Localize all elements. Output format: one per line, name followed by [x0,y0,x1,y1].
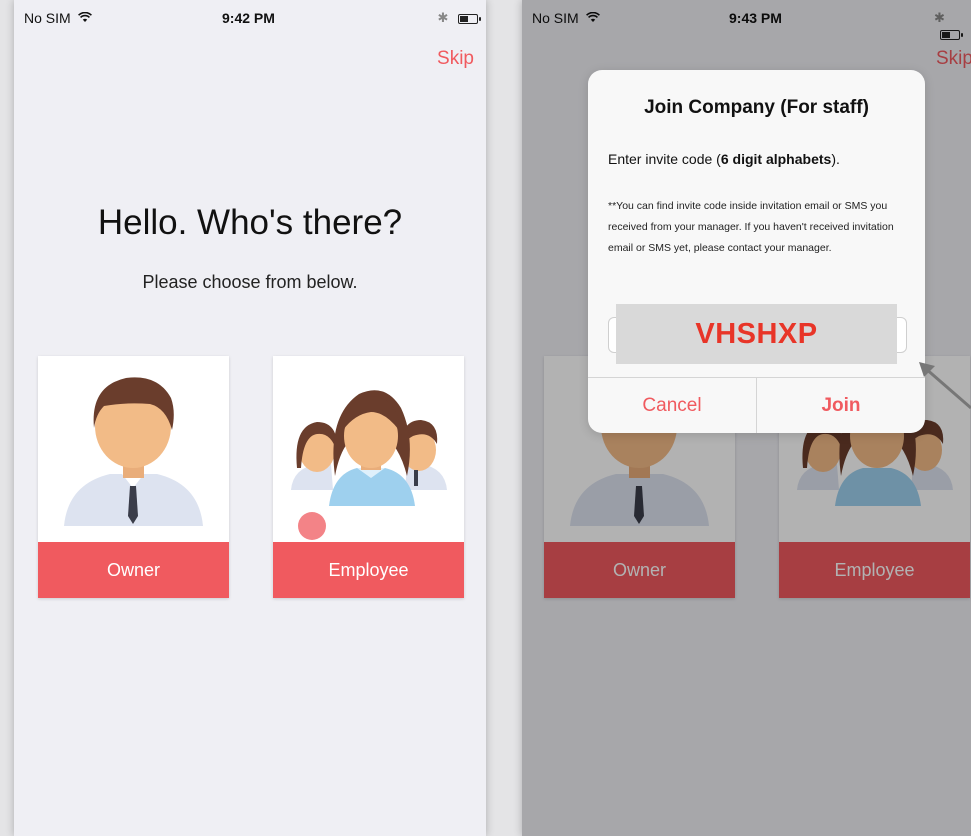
cancel-button[interactable]: Cancel [588,378,756,433]
carrier-text: No SIM [24,10,71,26]
greeting-subtitle: Please choose from below. [142,272,358,292]
employee-label: Employee [273,542,464,598]
greeting-title: Hello. Who's there? [97,203,403,242]
carrier-label: No SIM [24,10,92,26]
wifi-icon [77,12,92,22]
battery-icon [458,13,481,24]
message-prefix: Enter invite code ( [608,151,721,167]
invite-code-value: VHSHXP [616,304,897,364]
pointer-arrow-icon [919,362,971,410]
clock: 9:42 PM [222,10,275,26]
join-button[interactable]: Join [757,378,925,433]
status-bar: No SIM 9:42 PM ✱ [14,0,486,30]
employee-card[interactable]: Employee [273,356,464,598]
phone-screen-role-select: No SIM 9:42 PM ✱ Skip Hello. Who's there… [14,0,486,836]
join-company-dialog: Join Company (For staff) Enter invite co… [588,70,925,433]
touch-indicator [298,512,326,540]
dialog-title: Join Company (For staff) [644,97,869,118]
status-right: ✱ [437,10,481,26]
phone-screen-join-dialog: No SIM 9:43 PM ✱ Skip Owner Employee Joi… [522,0,971,836]
owner-avatar-icon [38,356,229,542]
message-suffix: ). [831,151,840,167]
bluetooth-icon: ✱ [437,10,449,25]
dialog-message: Enter invite code (6 digit alphabets). [608,151,909,167]
owner-label: Owner [38,542,229,598]
owner-card[interactable]: Owner [38,356,229,598]
message-bold: 6 digit alphabets [720,151,832,167]
employees-group-icon [273,356,464,542]
dialog-note: **You can find invite code inside invita… [608,200,894,254]
skip-button[interactable]: Skip [437,48,474,70]
